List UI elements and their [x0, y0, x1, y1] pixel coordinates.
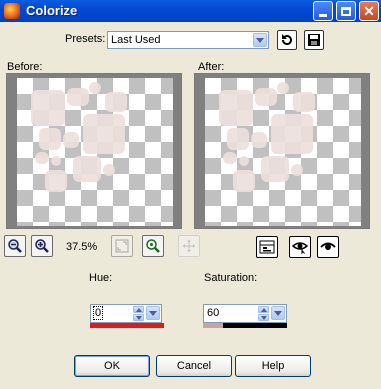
spin-up-icon[interactable]: [133, 306, 144, 313]
before-preview[interactable]: [6, 73, 182, 229]
zoom-level: 37.5%: [66, 241, 98, 253]
saturation-color-bar[interactable]: [203, 323, 287, 328]
cancel-button[interactable]: Cancel: [156, 355, 232, 377]
chevron-down-icon[interactable]: [271, 306, 285, 320]
saturation-value: 60: [207, 307, 220, 319]
before-label: Before:: [7, 61, 43, 73]
app-icon: [4, 3, 20, 19]
hue-label: Hue:: [89, 272, 113, 284]
fit-window-button[interactable]: [111, 235, 133, 257]
save-preset-button[interactable]: [304, 30, 324, 50]
saturation-spinner[interactable]: [258, 306, 269, 321]
preview-on-image-button[interactable]: [317, 236, 339, 258]
transparency-checkerboard: [205, 78, 361, 226]
reset-button[interactable]: [277, 30, 297, 50]
spin-down-icon[interactable]: [258, 314, 269, 321]
auto-proof-button[interactable]: [289, 236, 311, 258]
ok-button[interactable]: OK: [74, 355, 150, 377]
proof-icon: [259, 240, 275, 254]
zoom-out-button[interactable]: [4, 235, 26, 257]
close-button[interactable]: ✕: [359, 1, 379, 21]
presets-label: Presets:: [65, 33, 106, 45]
presets-value: Last Used: [111, 34, 161, 46]
pan-button[interactable]: [178, 235, 200, 257]
maximize-icon: [341, 6, 351, 16]
eye-icon: [320, 242, 336, 250]
title-bar[interactable]: Colorize ✕: [0, 0, 381, 22]
help-button[interactable]: Help: [235, 355, 311, 377]
chevron-down-icon[interactable]: [253, 33, 267, 47]
pan-icon: [183, 240, 195, 252]
auto-proof-icon: [292, 242, 308, 254]
hue-color-bar[interactable]: [90, 323, 164, 328]
after-label: After:: [198, 61, 225, 73]
after-preview[interactable]: [194, 73, 370, 229]
spin-down-icon[interactable]: [133, 314, 144, 321]
saturation-input[interactable]: 60: [203, 304, 287, 323]
hue-spinner[interactable]: [133, 306, 144, 321]
saturation-label: Saturation:: [204, 272, 258, 284]
maximize-button[interactable]: [336, 1, 356, 21]
reset-icon: [281, 34, 292, 46]
transparency-checkerboard: [17, 78, 173, 226]
presets-dropdown[interactable]: Last Used: [107, 31, 269, 49]
zoom-target-button[interactable]: [142, 235, 164, 257]
minimize-icon: [319, 13, 327, 17]
chevron-down-icon[interactable]: [146, 306, 160, 320]
zoom-in-icon: [35, 239, 49, 253]
minimize-button[interactable]: [313, 1, 333, 21]
hue-input[interactable]: 0: [90, 304, 162, 323]
window-title: Colorize: [26, 3, 78, 18]
zoom-out-icon: [8, 239, 22, 253]
zoom-in-button[interactable]: [31, 235, 53, 257]
zoom-target-icon: [146, 239, 160, 253]
proof-toggle-button[interactable]: [256, 236, 278, 258]
close-icon: ✕: [363, 3, 375, 19]
hue-value: 0: [92, 306, 104, 320]
spin-up-icon[interactable]: [258, 306, 269, 313]
fit-window-icon: [115, 239, 129, 253]
save-icon: [308, 34, 320, 46]
